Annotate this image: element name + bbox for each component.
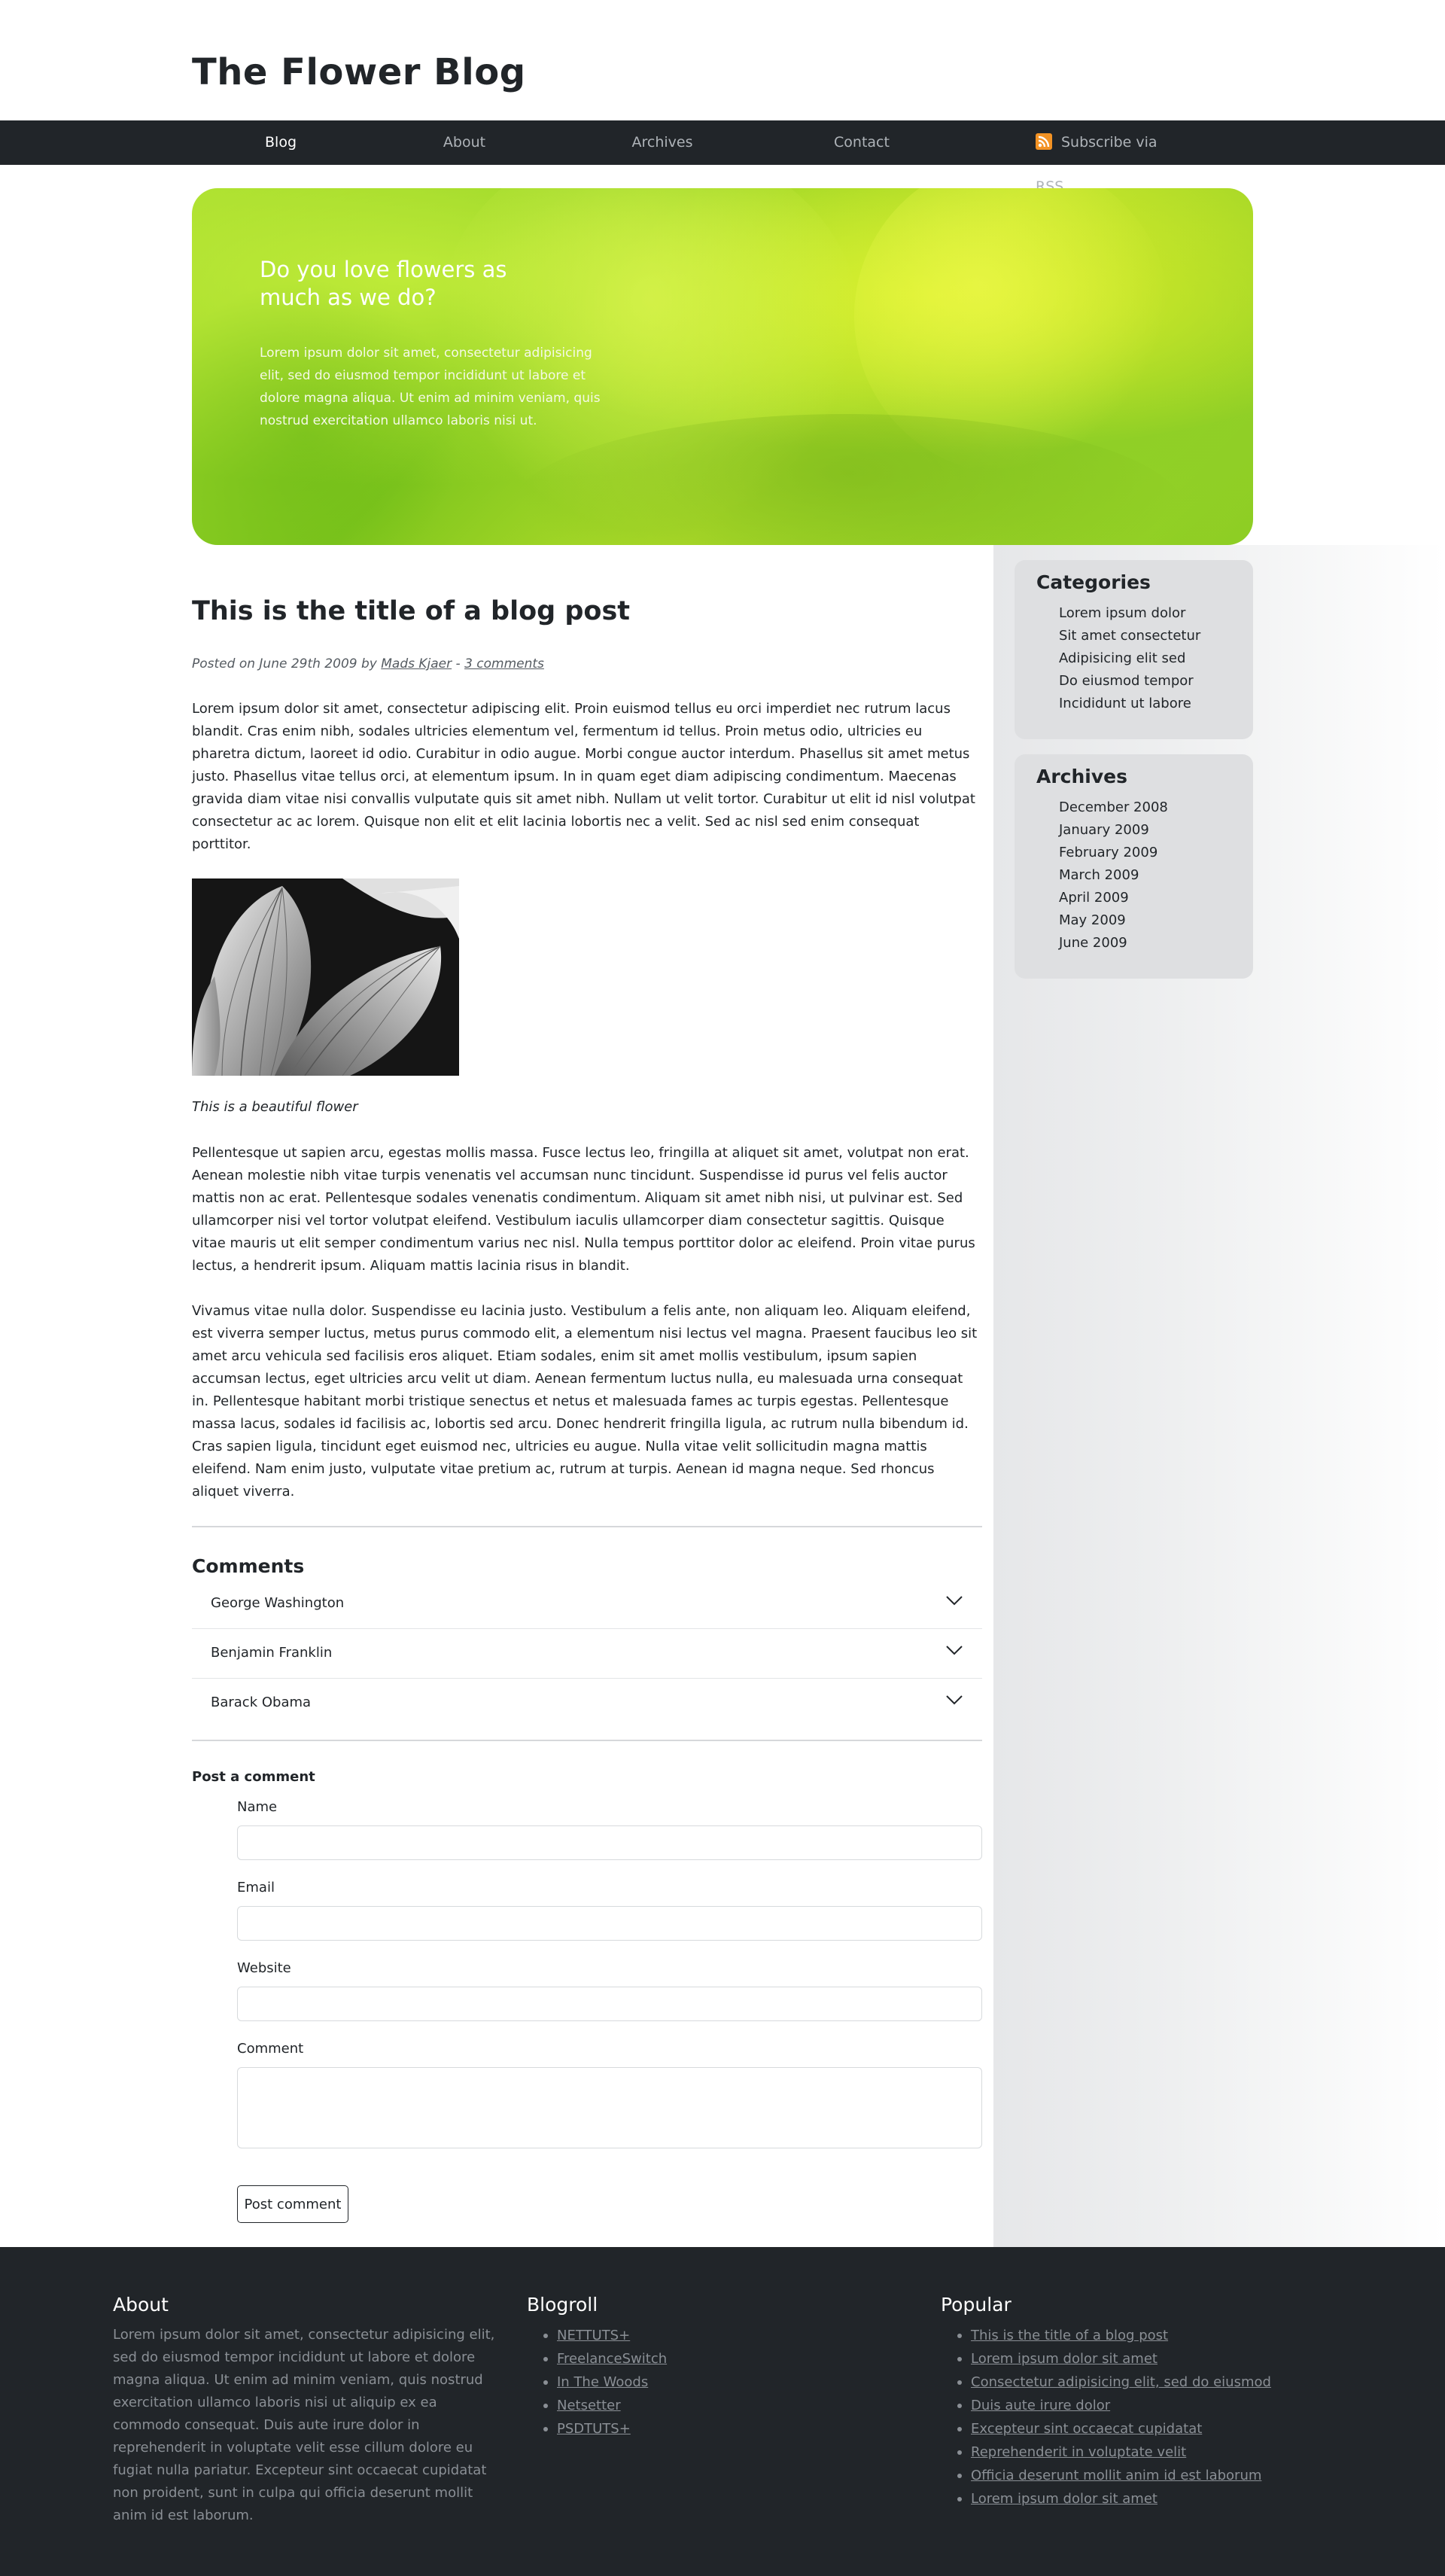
rss-label: Subscribe via RSS bbox=[1036, 134, 1158, 195]
list-item: Consectetur adipisicing elit, sed do eiu… bbox=[941, 2370, 1271, 2394]
blogroll-link[interactable]: In The Woods bbox=[557, 2374, 648, 2390]
categories-title: Categories bbox=[1036, 571, 1151, 593]
list-item: Reprehenderit in voluptate velit bbox=[941, 2441, 1271, 2464]
archive-item[interactable]: January 2009 bbox=[1059, 822, 1149, 838]
website-field[interactable] bbox=[237, 1987, 982, 2021]
chevron-down-icon[interactable] bbox=[946, 1645, 963, 1655]
list-item: FreelanceSwitch bbox=[527, 2347, 667, 2370]
name-field[interactable] bbox=[237, 1825, 982, 1860]
category-item[interactable]: Sit amet consectetur bbox=[1059, 628, 1200, 644]
site-header: The Flower Blog bbox=[0, 0, 1445, 120]
list-item: This is the title of a blog post bbox=[941, 2324, 1271, 2347]
name-label: Name bbox=[237, 1799, 278, 1815]
post-paragraph: Pellentesque ut sapien arcu, egestas mol… bbox=[192, 1145, 975, 1274]
archive-item[interactable]: December 2008 bbox=[1059, 799, 1168, 815]
comment-author: Benjamin Franklin bbox=[211, 1645, 333, 1661]
list-item: Lorem ipsum dolor sit amet bbox=[941, 2347, 1271, 2370]
post-comment-heading: Post a comment bbox=[192, 1769, 315, 1785]
post-paragraph: Vivamus vitae nulla dolor. Suspendisse e… bbox=[192, 1303, 978, 1500]
blogroll-link[interactable]: FreelanceSwitch bbox=[557, 2351, 667, 2367]
main-nav: Blog About Archives Contact Subscribe vi… bbox=[0, 120, 1445, 195]
hero-title: Do you love flowers as much as we do? bbox=[260, 257, 507, 310]
footer-popular-title: Popular bbox=[941, 2294, 1012, 2316]
blogroll-link[interactable]: Netsetter bbox=[557, 2398, 621, 2413]
post-meta: Posted on June 29th 2009 by Mads Kjaer -… bbox=[192, 656, 544, 671]
comment-author: Barack Obama bbox=[211, 1694, 312, 1710]
list-item: Excepteur sint occaecat cupidatat bbox=[941, 2417, 1271, 2441]
post-comment-button[interactable]: Post comment bbox=[237, 2185, 348, 2223]
popular-link[interactable]: Lorem ipsum dolor sit amet bbox=[971, 2491, 1158, 2507]
archive-item[interactable]: April 2009 bbox=[1059, 890, 1129, 906]
category-item[interactable]: Lorem ipsum dolor bbox=[1059, 605, 1185, 621]
archives-title: Archives bbox=[1036, 766, 1127, 787]
nav-item-contact[interactable]: Contact bbox=[824, 120, 899, 165]
site-title[interactable]: The Flower Blog bbox=[192, 51, 526, 93]
footer-blogroll-title: Blogroll bbox=[527, 2294, 598, 2316]
image-caption: This is a beautiful flower bbox=[192, 1099, 358, 1115]
category-item[interactable]: Incididunt ut labore bbox=[1059, 696, 1191, 711]
comment-textarea[interactable] bbox=[237, 2067, 982, 2148]
comment-label: Comment bbox=[237, 2041, 304, 2057]
comments-heading: Comments bbox=[192, 1555, 305, 1577]
blogroll-link[interactable]: PSDTUTS+ bbox=[557, 2421, 631, 2437]
category-item[interactable]: Adipisicing elit sed bbox=[1059, 650, 1185, 666]
categories-widget: Categories Lorem ipsum dolor Sit amet co… bbox=[1015, 560, 1253, 739]
author-link[interactable]: Mads Kjaer bbox=[381, 656, 452, 671]
rss-icon bbox=[1036, 133, 1052, 150]
site-footer: About Lorem ipsum dolor sit amet, consec… bbox=[0, 2247, 1445, 2576]
popular-link[interactable]: Consectetur adipisicing elit, sed do eiu… bbox=[971, 2374, 1271, 2390]
archive-item[interactable]: June 2009 bbox=[1059, 935, 1127, 951]
list-item: Lorem ipsum dolor sit amet bbox=[941, 2487, 1271, 2511]
comments-link[interactable]: 3 comments bbox=[464, 656, 544, 671]
nav-item-archives[interactable]: Archives bbox=[617, 120, 707, 165]
popular-list: This is the title of a blog post Lorem i… bbox=[941, 2324, 1271, 2511]
nav-item-about[interactable]: About bbox=[427, 120, 502, 165]
post-date: Posted on June 29th 2009 by bbox=[192, 656, 377, 671]
archive-item[interactable]: February 2009 bbox=[1059, 845, 1158, 860]
post-title: This is the title of a blog post bbox=[192, 596, 631, 626]
archive-item[interactable]: March 2009 bbox=[1059, 867, 1139, 883]
divider bbox=[192, 1526, 982, 1527]
footer-about-title: About bbox=[113, 2294, 169, 2316]
website-label: Website bbox=[237, 1960, 291, 1976]
comment-item[interactable]: Barack Obama bbox=[192, 1678, 982, 1728]
chevron-down-icon[interactable] bbox=[946, 1694, 963, 1705]
hero-text: Lorem ipsum dolor sit amet, consectetur … bbox=[260, 346, 601, 428]
archive-item[interactable]: May 2009 bbox=[1059, 912, 1126, 928]
popular-link[interactable]: Lorem ipsum dolor sit amet bbox=[971, 2351, 1158, 2367]
list-item: Officia deserunt mollit anim id est labo… bbox=[941, 2464, 1271, 2487]
popular-link[interactable]: Excepteur sint occaecat cupidatat bbox=[971, 2421, 1202, 2437]
nav-item-rss[interactable]: Subscribe via RSS bbox=[1036, 120, 1186, 195]
popular-link[interactable]: Duis aute irure dolor bbox=[971, 2398, 1110, 2413]
email-field[interactable] bbox=[237, 1906, 982, 1941]
post-paragraph: Lorem ipsum dolor sit amet, consectetur … bbox=[192, 701, 975, 852]
popular-link[interactable]: Officia deserunt mollit anim id est labo… bbox=[971, 2468, 1261, 2483]
comment-author: George Washington bbox=[211, 1595, 345, 1611]
comment-item[interactable]: George Washington bbox=[192, 1579, 982, 1629]
blogroll-link[interactable]: NETTUTS+ bbox=[557, 2328, 630, 2343]
divider bbox=[192, 1740, 982, 1741]
popular-link[interactable]: This is the title of a blog post bbox=[971, 2328, 1168, 2343]
email-label: Email bbox=[237, 1880, 275, 1895]
list-item: NETTUTS+ bbox=[527, 2324, 667, 2347]
archives-widget: Archives December 2008 January 2009 Febr… bbox=[1015, 754, 1253, 979]
list-item: Netsetter bbox=[527, 2394, 667, 2417]
nav-item-blog[interactable]: Blog bbox=[247, 120, 315, 165]
comment-item[interactable]: Benjamin Franklin bbox=[192, 1628, 982, 1679]
list-item: Duis aute irure dolor bbox=[941, 2394, 1271, 2417]
chevron-down-icon[interactable] bbox=[946, 1595, 963, 1606]
popular-link[interactable]: Reprehenderit in voluptate velit bbox=[971, 2444, 1186, 2460]
footer-about-text: Lorem ipsum dolor sit amet, consectetur … bbox=[113, 2327, 495, 2523]
category-item[interactable]: Do eiusmod tempor bbox=[1059, 673, 1194, 689]
blogroll-list: NETTUTS+ FreelanceSwitch In The Woods Ne… bbox=[527, 2324, 667, 2441]
list-item: In The Woods bbox=[527, 2370, 667, 2394]
flower-photo bbox=[192, 878, 459, 1076]
list-item: PSDTUTS+ bbox=[527, 2417, 667, 2441]
meta-separator: - bbox=[455, 656, 461, 671]
